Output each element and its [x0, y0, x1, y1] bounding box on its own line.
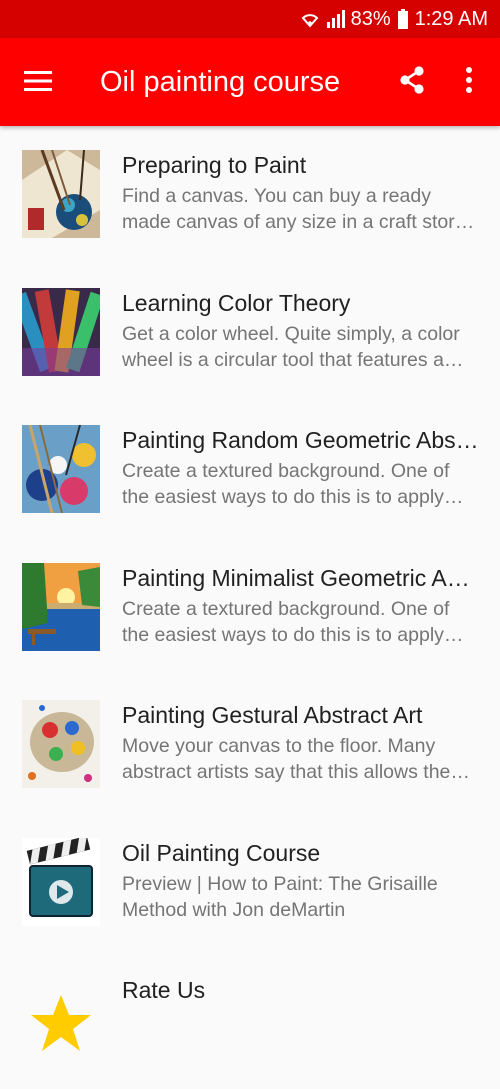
list-item[interactable]: Oil Painting Course Preview | How to Pai…: [0, 814, 500, 952]
battery-percent: 83%: [350, 7, 391, 30]
more-options-button[interactable]: [452, 62, 486, 102]
item-thumbnail-paint-supplies: [22, 150, 100, 238]
item-description: Find a canvas. You can buy a ready made …: [122, 185, 472, 233]
list-item[interactable]: Painting Random Geometric Abstract Art C…: [0, 401, 500, 539]
course-list: Preparing to Paint Find a canvas. You ca…: [0, 126, 500, 1089]
menu-button[interactable]: [18, 63, 58, 103]
list-item[interactable]: Learning Color Theory Get a color wheel.…: [0, 264, 500, 402]
item-description: Preview | How to Paint: The Grisaille Me…: [122, 872, 438, 921]
app-bar: Oil painting course: [0, 38, 500, 126]
item-thumbnail-brushes: [22, 287, 100, 376]
item-title: Learning Color Theory: [122, 289, 351, 316]
page-title: Oil painting course: [100, 66, 341, 98]
video-clapperboard-icon: [22, 837, 100, 926]
more-vert-icon: [465, 66, 473, 99]
battery-icon: [397, 9, 409, 29]
list-item[interactable]: Preparing to Paint Find a canvas. You ca…: [0, 126, 500, 264]
wifi-icon: [301, 10, 319, 28]
item-thumbnail-splatter-palette: [22, 700, 100, 788]
item-description: Create a textured background. One of the…: [122, 460, 450, 508]
menu-icon: [24, 70, 52, 97]
rate-star-icon: [22, 975, 100, 1063]
item-title: Rate Us: [122, 977, 206, 1003]
clock-time: 1:29 AM: [414, 7, 488, 30]
item-description: Get a color wheel. Quite simply, a color…: [122, 322, 460, 371]
item-thumbnail-lake-painting: [22, 562, 100, 651]
list-item-rate-us[interactable]: Rate Us: [0, 951, 500, 1089]
share-icon: [398, 65, 426, 100]
share-button[interactable]: [392, 62, 432, 102]
status-bar: 83% 1:29 AM: [0, 0, 500, 38]
item-title: Preparing to Paint: [122, 152, 307, 178]
item-title: Painting Gestural Abstract Art: [122, 702, 423, 728]
item-title: Oil Painting Course: [122, 839, 321, 866]
list-item[interactable]: Painting Minimalist Geometric Abstract A…: [0, 539, 500, 677]
signal-icon: [325, 10, 345, 28]
list-item[interactable]: Painting Gestural Abstract Art Move your…: [0, 676, 500, 814]
item-title: Painting Random Geometric Abstract Art: [122, 427, 482, 453]
item-title: Painting Minimalist Geometric Abstract A…: [122, 564, 482, 591]
item-thumbnail-palette: [22, 425, 100, 513]
item-description: Move your canvas to the floor. Many abst…: [122, 735, 467, 783]
item-description: Create a textured background. One of the…: [122, 597, 450, 646]
